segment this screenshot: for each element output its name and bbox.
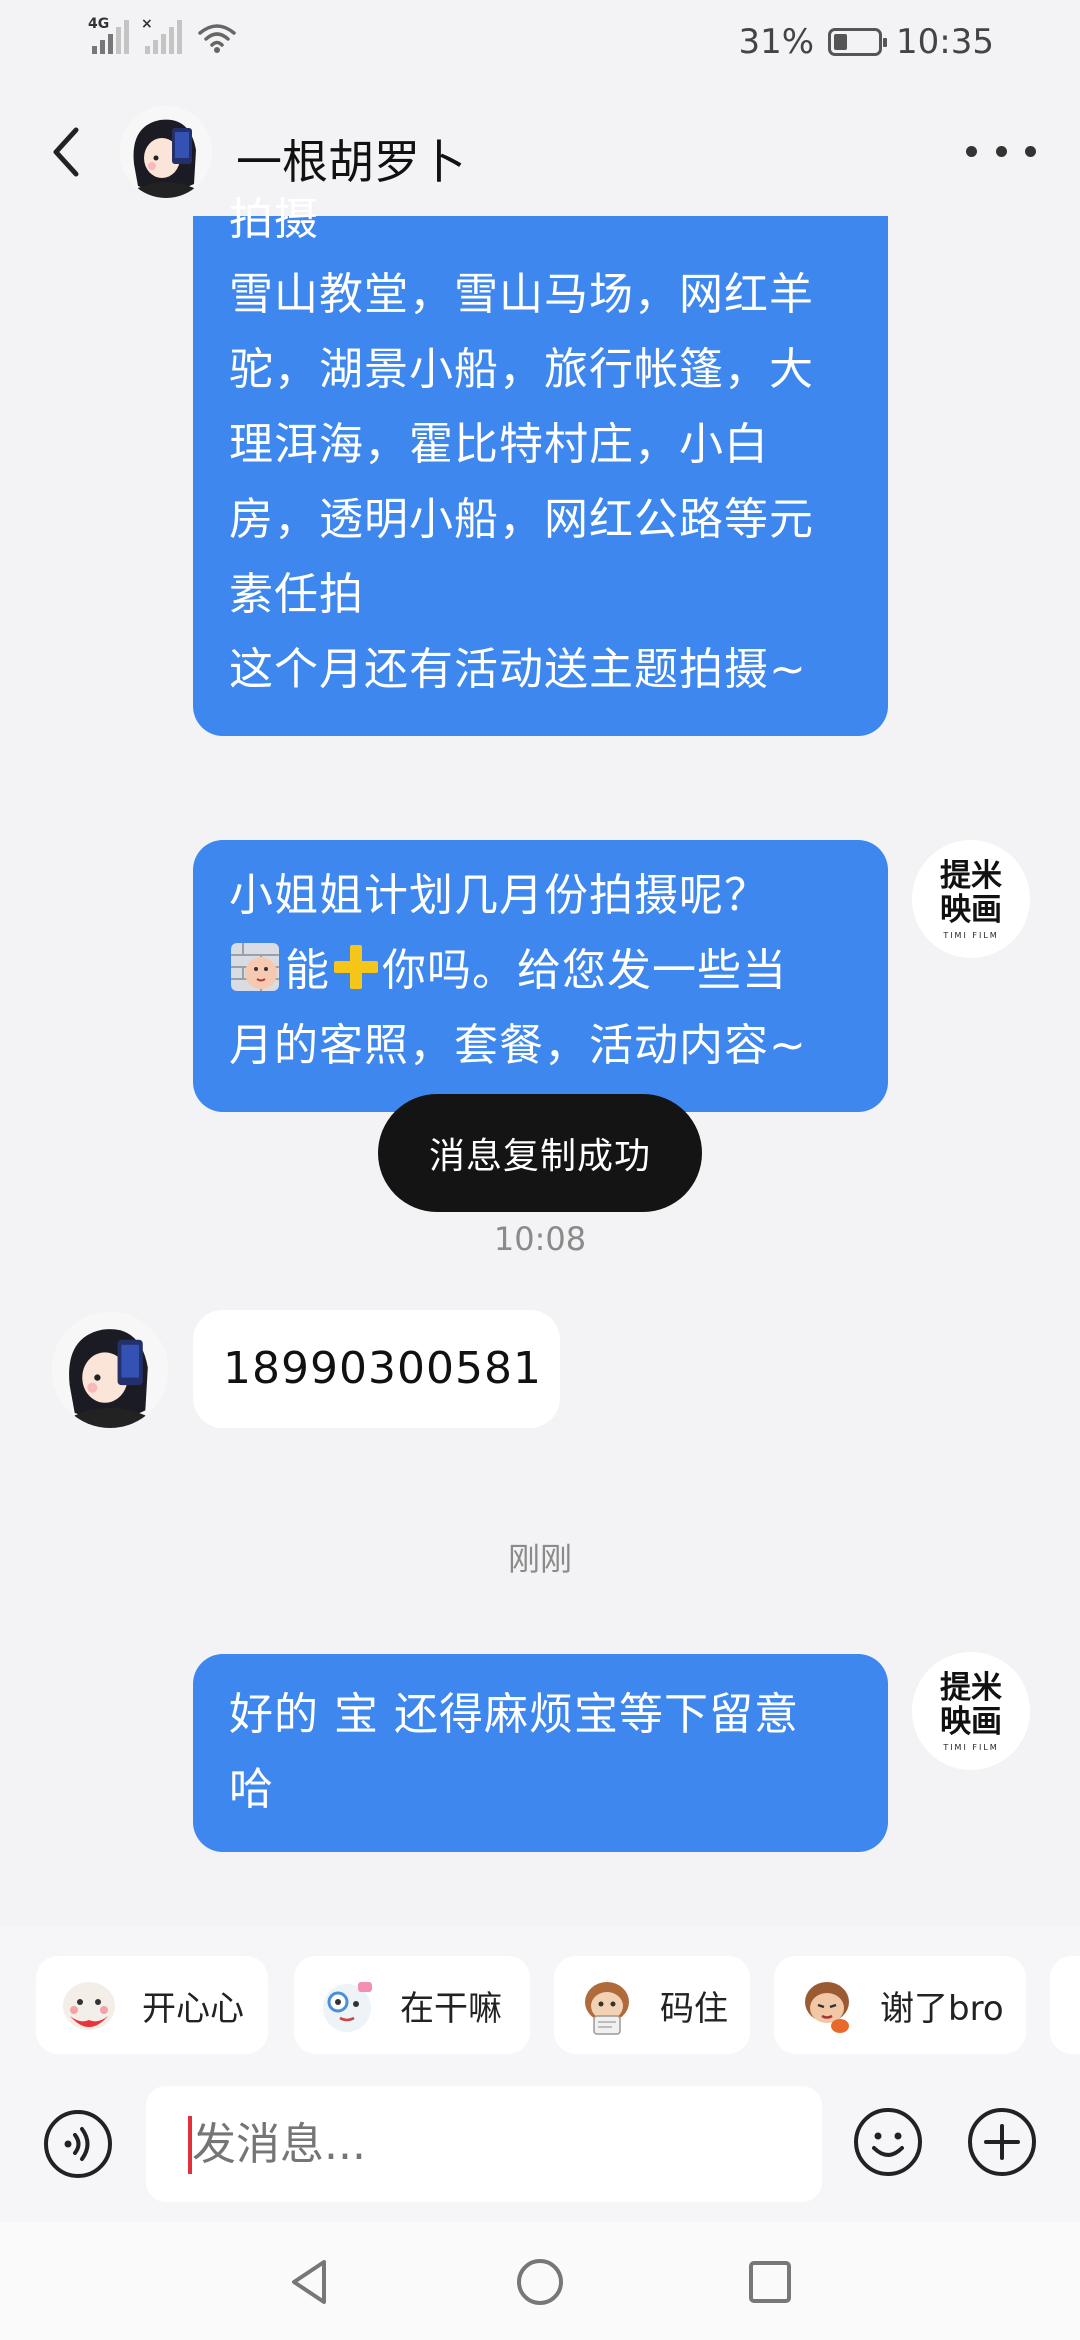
message-line: 这个月还有活动送主题拍摄~ bbox=[229, 644, 807, 695]
wifi-icon bbox=[198, 24, 236, 53]
message-line: 驼，湖景小船，旅行帐篷，大 bbox=[229, 344, 814, 395]
message-line: 能 你吗。给您发一些当 bbox=[229, 933, 864, 1008]
message-line: 小姐姐计划几月份拍摄呢？ bbox=[229, 870, 769, 921]
nav-recent-apps-icon[interactable] bbox=[740, 2252, 800, 2312]
shop-avatar-text: 提米 bbox=[940, 1669, 1002, 1706]
message-line: 雪山教堂，雪山马场，网红羊 bbox=[229, 269, 814, 320]
battery-icon bbox=[828, 28, 888, 56]
quick-reply-label: 在干嘛 bbox=[400, 1988, 502, 2029]
message-bubble-outgoing[interactable]: 好的 宝 还得麻烦宝等下留意 哈 bbox=[193, 1654, 888, 1852]
shop-avatar-sub: TIMI FILM bbox=[943, 1742, 999, 1752]
message-bubble-incoming[interactable]: 18990300581 bbox=[193, 1310, 560, 1428]
chat-screen: 4G × 31% 10:35 一根胡罗卜 拍摄 雪山教堂，雪山马场，网红羊 驼，… bbox=[0, 0, 1080, 2340]
no-service-label: × bbox=[141, 16, 153, 32]
message-line: 好的 宝 还得麻烦宝等下留意 bbox=[229, 1689, 799, 1740]
status-right: 31% 10:35 bbox=[738, 22, 994, 62]
bookmark-sticker-icon bbox=[585, 1982, 629, 2035]
contact-avatar[interactable] bbox=[120, 106, 212, 198]
message-text: 拍摄 雪山教堂，雪山马场，网红羊 驼，湖景小船，旅行帐篷，大 理洱海，霍比特村庄… bbox=[229, 182, 864, 707]
message-input[interactable] bbox=[146, 2086, 822, 2202]
message-line: 素任拍 bbox=[229, 569, 364, 620]
plus-icon[interactable] bbox=[966, 2106, 1038, 2178]
what-doing-sticker-icon bbox=[323, 1982, 372, 2032]
quick-reply-label: 谢了bro bbox=[880, 1988, 1004, 2029]
system-nav-bar bbox=[0, 2222, 1080, 2340]
shop-avatar[interactable]: 提米 映画 TIMI FILM bbox=[912, 1652, 1030, 1770]
happy-sticker-icon bbox=[63, 1982, 115, 2030]
message-line: 理洱海，霍比特村庄，小白 bbox=[229, 419, 769, 470]
signal-group: 4G × bbox=[88, 16, 236, 54]
more-horizontal-icon bbox=[966, 145, 977, 157]
signal-4g-icon: 4G bbox=[88, 16, 129, 54]
emoji-peek-icon bbox=[231, 943, 279, 991]
shop-avatar-text: 映画 bbox=[940, 1703, 1002, 1740]
quick-reply-thanks[interactable]: 谢了bro bbox=[774, 1956, 1026, 2054]
timestamp: 10:08 bbox=[493, 1220, 587, 1258]
chevron-left-icon[interactable] bbox=[44, 122, 94, 182]
quick-reply-more[interactable] bbox=[1050, 1956, 1080, 2054]
copy-success-toast: 消息复制成功 bbox=[378, 1094, 702, 1212]
message-line: 拍摄 bbox=[229, 194, 319, 245]
shop-avatar-text: 提米 bbox=[940, 857, 1002, 894]
clock: 10:35 bbox=[896, 22, 994, 62]
battery-percent: 31% bbox=[738, 22, 815, 62]
shop-avatar[interactable]: 提米 映画 TIMI FILM bbox=[912, 840, 1030, 958]
network-type-label: 4G bbox=[88, 16, 110, 32]
quick-reply-bar: 开心心 在干嘛 码住 谢了bro bbox=[0, 1926, 1080, 2086]
voice-input-icon[interactable] bbox=[42, 2108, 114, 2180]
nav-home-icon[interactable] bbox=[510, 2252, 570, 2312]
more-options-button[interactable] bbox=[966, 126, 1036, 176]
quick-reply-bookmark[interactable]: 码住 bbox=[554, 1956, 750, 2054]
quick-reply-what-doing[interactable]: 在干嘛 bbox=[294, 1956, 530, 2054]
signal-no-service-icon: × bbox=[141, 16, 182, 54]
message-text: 18990300581 bbox=[223, 1343, 542, 1394]
quick-reply-label: 码住 bbox=[660, 1988, 728, 2029]
shop-avatar-sub: TIMI FILM bbox=[943, 930, 999, 940]
quick-reply-happy[interactable]: 开心心 bbox=[36, 1956, 268, 2054]
contact-avatar[interactable] bbox=[52, 1312, 168, 1428]
timestamp: 刚刚 bbox=[507, 1540, 572, 1578]
message-bubble-outgoing[interactable]: 拍摄 雪山教堂，雪山马场，网红羊 驼，湖景小船，旅行帐篷，大 理洱海，霍比特村庄… bbox=[193, 194, 888, 736]
message-bubble-outgoing[interactable]: 小姐姐计划几月份拍摄呢？ 能 你吗。给您发一些当 月的客照，套餐，活动内容~ bbox=[193, 840, 888, 1112]
shop-avatar-text: 映画 bbox=[940, 891, 1002, 928]
message-line: 哈 bbox=[229, 1764, 274, 1815]
message-line: 月的客照，套餐，活动内容~ bbox=[229, 1020, 807, 1071]
input-bar bbox=[0, 2086, 1080, 2222]
thanks-sticker-icon bbox=[805, 1982, 849, 2033]
quick-reply-label: 开心心 bbox=[142, 1988, 244, 2029]
status-bar: 4G × 31% 10:35 bbox=[0, 0, 1080, 86]
plus-emoji-icon bbox=[334, 945, 378, 989]
sticker-icon bbox=[1070, 1972, 1080, 2038]
message-text-part: 能 bbox=[285, 945, 330, 996]
emoji-icon[interactable] bbox=[852, 2106, 924, 2178]
message-line: 房，透明小船，网红公路等元 bbox=[229, 494, 814, 545]
text-cursor bbox=[188, 2116, 192, 2174]
message-text-part: 你吗。给您发一些当 bbox=[382, 945, 787, 996]
nav-back-icon[interactable] bbox=[280, 2252, 340, 2312]
